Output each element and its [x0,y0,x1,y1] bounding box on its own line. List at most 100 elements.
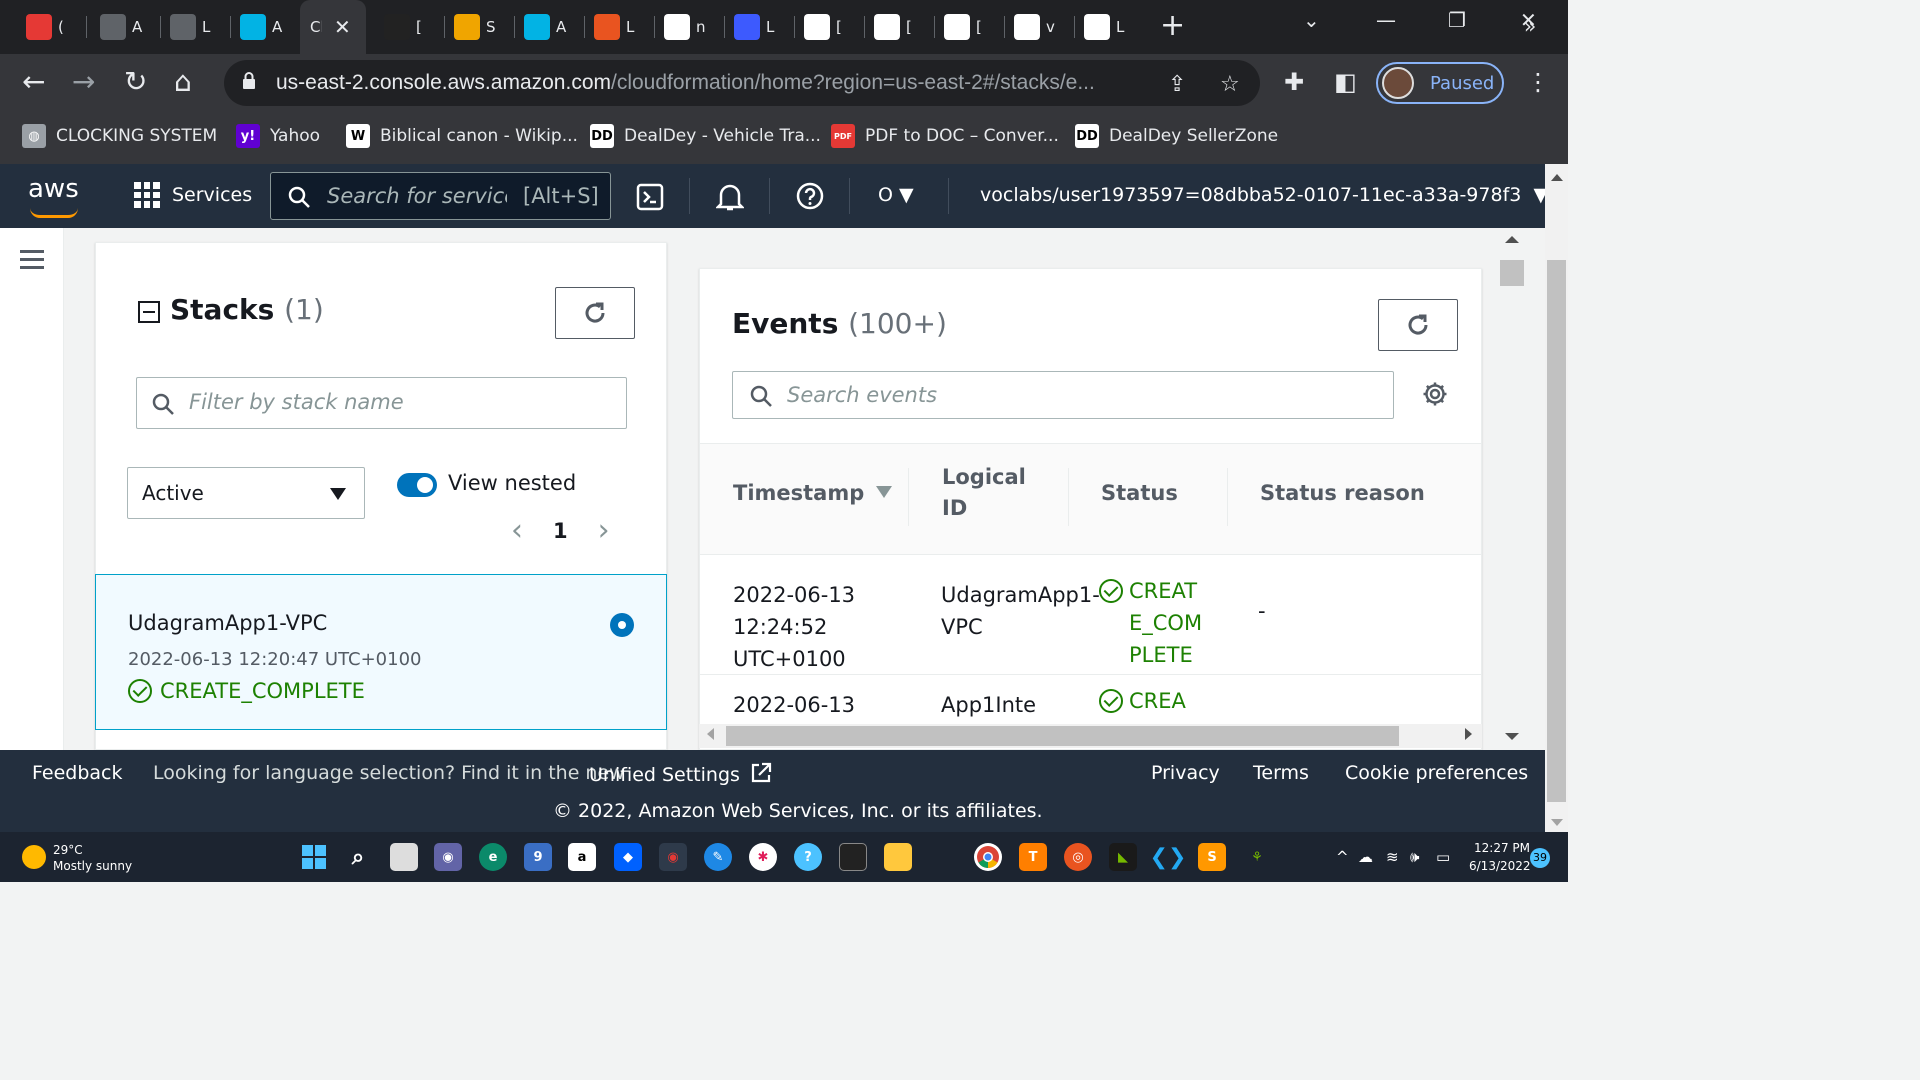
minimize-button[interactable]: — [1376,8,1396,32]
scroll-right-icon[interactable] [1465,728,1472,740]
browser-tab[interactable]: Cl ✕ [300,0,366,54]
bookmark-item[interactable]: W Biblical canon - Wikip... [346,124,578,148]
browser-tab[interactable]: L [1062,8,1128,46]
home-icon[interactable]: ⌂ [174,66,192,98]
teams-icon[interactable]: 9 [524,843,552,871]
maximize-button[interactable]: ❐ [1448,8,1466,32]
bookmark-item[interactable]: DD DealDey - Vehicle Tra... [590,124,821,148]
column-status-reason[interactable]: Status reason [1260,478,1425,509]
bookmark-star-icon[interactable]: ☆ [1220,72,1240,97]
show-hidden-icons-chevron-icon[interactable]: ^ [1336,848,1349,866]
events-refresh-button[interactable] [1378,299,1458,351]
browser-tab[interactable]: S [432,8,498,46]
browser-tab[interactable]: A [218,8,284,46]
scroll-thumb[interactable] [726,726,1399,746]
battery-icon[interactable]: ▭ [1436,848,1450,866]
search-events-input[interactable]: Search events [732,371,1394,419]
filter-stack-input[interactable]: Filter by stack name [136,377,627,429]
stack-name[interactable]: UdagramApp1-VPC [128,611,327,635]
chrome-icon[interactable] [974,843,1002,871]
terminal-icon[interactable] [839,843,867,871]
browser-tab[interactable]: ( [4,8,70,46]
next-page-icon[interactable]: › [598,513,610,548]
view-nested-toggle[interactable] [397,473,437,497]
content-vertical-scrollbar[interactable] [1498,228,1526,750]
cookie-preferences-link[interactable]: Cookie preferences [1345,762,1528,784]
collapse-icon[interactable] [138,301,160,323]
help-icon[interactable] [796,182,824,210]
search-icon[interactable]: ⌕ [344,843,372,871]
previous-page-icon[interactable]: ‹ [511,513,523,548]
services-menu-button[interactable]: Services [134,182,252,208]
volume-icon[interactable]: 🕪 [1410,848,1419,866]
column-logical-id[interactable]: Logical ID [942,462,1052,524]
browser-tab[interactable]: L [712,8,778,46]
stack-select-radio[interactable] [610,613,634,637]
unified-settings-link[interactable]: Unified Settings [589,762,772,786]
cloudshell-icon[interactable] [636,183,664,211]
vscode-icon[interactable]: ❮❯ [1150,843,1187,871]
aws-search-input[interactable]: Search for services [Alt+S] [270,172,611,220]
weather-sun-icon[interactable] [22,845,46,869]
column-status[interactable]: Status [1101,478,1178,509]
stacks-refresh-button[interactable] [555,287,635,339]
weather-condition[interactable]: Mostly sunny [53,859,132,873]
share-icon[interactable]: ⇪ [1168,72,1186,97]
browser-tab[interactable]: [ [922,8,988,46]
reload-icon[interactable]: ↻ [124,66,147,98]
dropbox-icon[interactable]: ◆ [614,843,642,871]
clock-date[interactable]: 6/13/2022 [1469,859,1531,873]
security-icon[interactable]: ◉ [659,843,687,871]
more-bookmarks-icon[interactable]: » [1524,14,1536,38]
bookmark-item[interactable]: DD DealDey SellerZone [1075,124,1278,148]
amazon-icon[interactable]: a [568,843,596,871]
app-icon[interactable]: ⚘ [1243,843,1271,871]
terms-link[interactable]: Terms [1253,762,1309,784]
bookmark-item[interactable]: y! Yahoo [236,124,320,148]
events-horizontal-scrollbar[interactable] [699,724,1482,748]
scroll-down-icon[interactable] [1505,733,1519,740]
notification-count-badge[interactable]: 39 [1530,848,1550,868]
tensorflow-icon[interactable]: T [1019,843,1047,871]
browser-tab[interactable]: L [572,8,638,46]
bookmark-item[interactable]: PDF PDF to DOC – Conver... [831,124,1059,148]
scroll-down-icon[interactable] [1551,819,1563,826]
sticky-app-icon[interactable]: ✎ [704,843,732,871]
sublime-text-icon[interactable]: S [1198,843,1226,871]
scroll-up-icon[interactable] [1505,236,1519,243]
nvidia-icon[interactable]: ◣ [1109,843,1137,871]
privacy-link[interactable]: Privacy [1151,762,1220,784]
browser-tab[interactable]: [ [782,8,848,46]
region-selector[interactable]: O ▼ [878,184,914,206]
teams-chat-icon[interactable]: ◉ [434,843,462,871]
new-tab-button[interactable]: + [1160,10,1185,42]
gear-icon[interactable] [1422,381,1448,407]
address-bar[interactable]: us-east-2.console.aws.amazon.com/cloudfo… [224,60,1260,106]
clock-time[interactable]: 12:27 PM [1474,841,1530,855]
scroll-left-icon[interactable] [707,728,714,740]
onedrive-cloud-icon[interactable]: ☁ [1358,848,1373,866]
page-vertical-scrollbar[interactable] [1545,164,1568,832]
account-menu[interactable]: voclabs/user1973597=08dbba52-0107-11ec-a… [980,184,1548,206]
forward-arrow-icon[interactable]: → [72,66,95,98]
bookmark-item[interactable]: ◍ CLOCKING SYSTEM [22,124,217,148]
back-arrow-icon[interactable]: ← [22,66,45,98]
close-tab-icon[interactable]: ✕ [334,15,351,39]
scroll-up-icon[interactable] [1551,174,1563,181]
slack-icon[interactable]: ✱ [749,843,777,871]
ubuntu-icon[interactable]: ◎ [1064,843,1092,871]
browser-tab[interactable]: [ [362,8,428,46]
help-app-icon[interactable]: ? [794,843,822,871]
weather-temperature[interactable]: 29°C [53,843,83,857]
edge-icon[interactable]: e [479,843,507,871]
browser-tab[interactable]: L [148,8,214,46]
browser-tab[interactable]: [ [852,8,918,46]
browser-tab[interactable]: A [502,8,568,46]
browser-tab[interactable]: A [78,8,144,46]
task-view-icon[interactable] [390,843,418,871]
file-explorer-icon[interactable] [884,843,912,871]
column-timestamp[interactable]: Timestamp [733,478,893,509]
windows-start-icon[interactable] [300,843,328,871]
stack-status-select[interactable]: Active [127,467,365,519]
scroll-thumb[interactable] [1500,260,1524,286]
